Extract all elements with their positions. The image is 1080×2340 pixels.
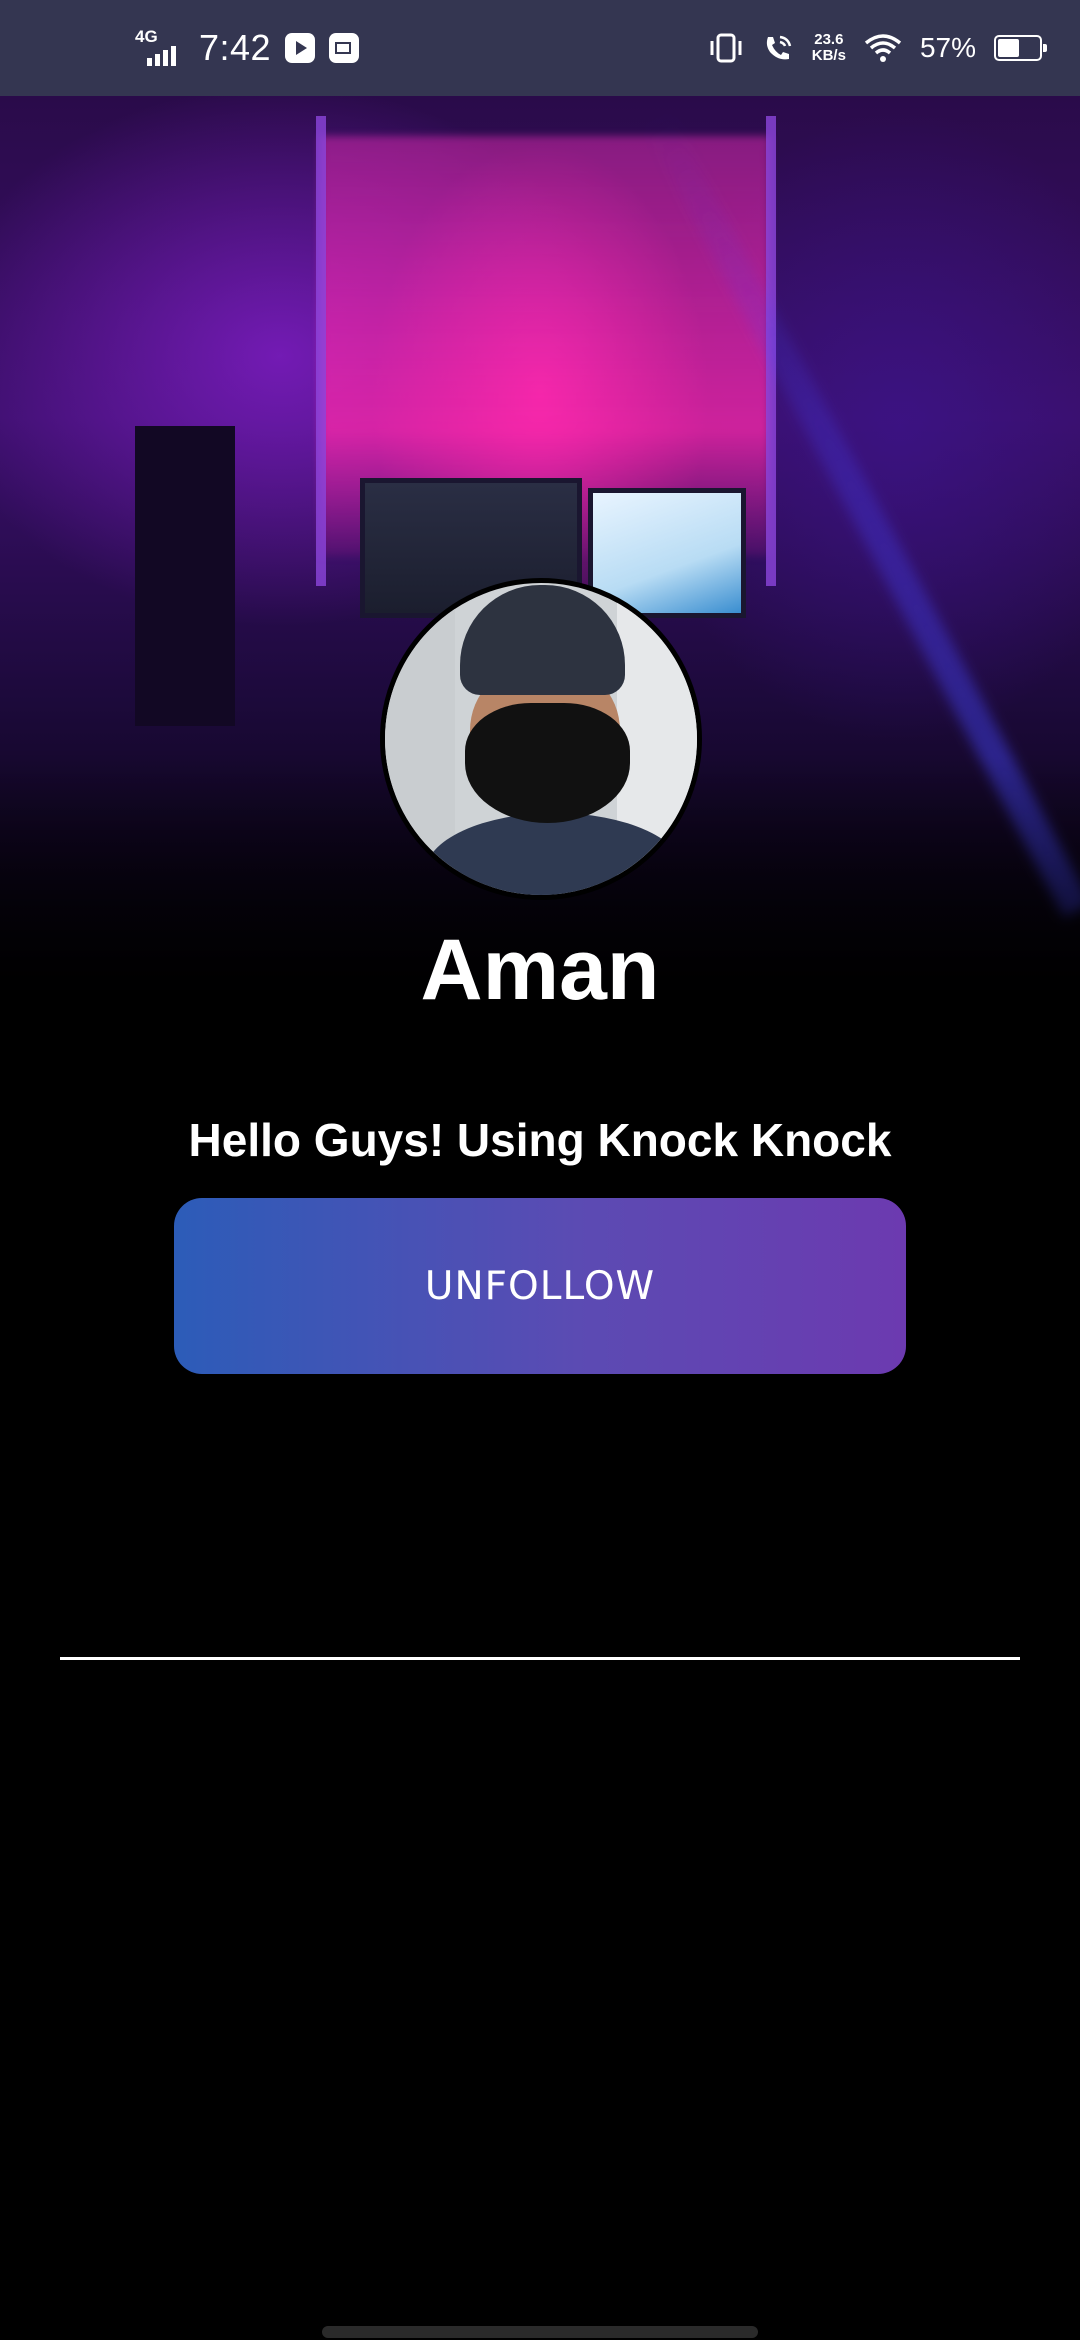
profile-screen: 4G 7:42 23.6 KB/s 57% Aman Hello Guys! U… — [0, 0, 1080, 2340]
profile-name: Aman — [420, 922, 660, 1018]
mail-icon — [329, 33, 360, 63]
cellular-signal-icon: 4G — [135, 28, 185, 68]
vibrate-icon — [710, 33, 742, 63]
status-bar-right: 23.6 KB/s 57% — [708, 0, 1047, 96]
unfollow-button[interactable]: UNFOLLOW — [174, 1198, 906, 1374]
wifi-icon — [864, 34, 902, 62]
network-type-label: 4G — [135, 27, 158, 46]
profile-status-message: Hello Guys! Using Knock Knock — [188, 1114, 892, 1166]
status-bar: 4G 7:42 23.6 KB/s 57% — [0, 0, 1080, 96]
battery-icon — [994, 35, 1047, 61]
network-speed-value: 23.6 — [814, 31, 844, 48]
wifi-calling-icon — [766, 35, 791, 60]
status-bar-left: 4G 7:42 — [135, 0, 360, 96]
profile-avatar[interactable] — [380, 578, 702, 900]
divider — [60, 1657, 1020, 1660]
network-speed: 23.6 KB/s — [812, 32, 846, 64]
home-indicator[interactable] — [322, 2326, 758, 2338]
battery-percent: 57% — [919, 32, 976, 63]
network-speed-unit: KB/s — [811, 47, 846, 64]
youtube-icon — [285, 33, 316, 63]
clock: 7:42 — [199, 27, 272, 68]
